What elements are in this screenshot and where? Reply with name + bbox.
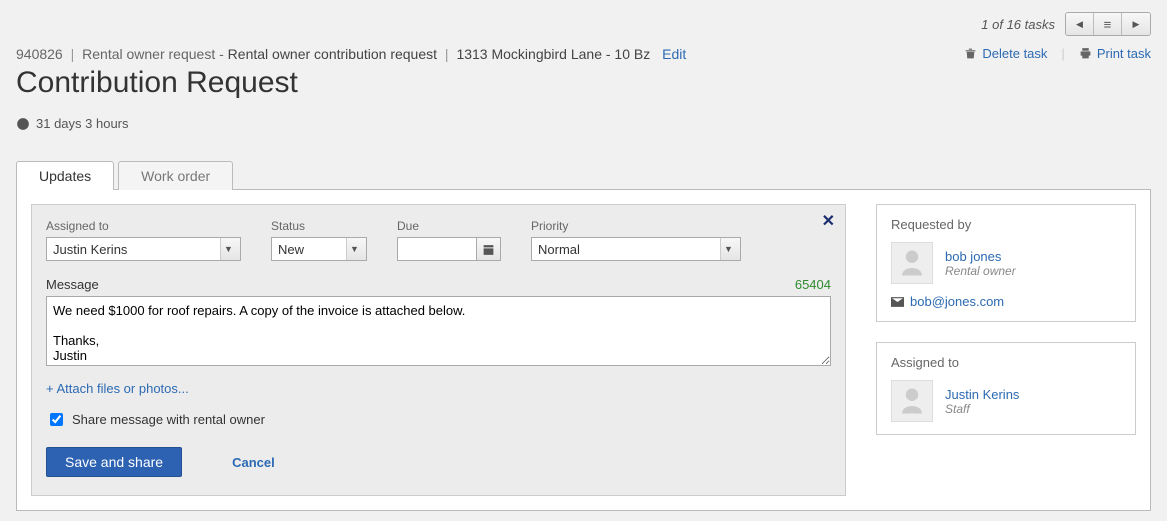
task-property: 1313 Mockingbird Lane - 10 Bz: [456, 46, 650, 62]
page-title: Contribution Request: [16, 66, 686, 100]
delete-task-label: Delete task: [982, 46, 1047, 61]
status-value: New: [278, 242, 304, 257]
print-task-label: Print task: [1097, 46, 1151, 61]
share-checkbox[interactable]: [50, 413, 63, 426]
tab-work-order[interactable]: Work order: [118, 161, 233, 190]
next-task-button[interactable]: ▶: [1122, 13, 1150, 35]
assigned-to-heading: Assigned to: [891, 355, 1121, 370]
chevron-down-icon: ▼: [224, 244, 233, 254]
edit-link[interactable]: Edit: [662, 46, 686, 62]
requested-by-name[interactable]: bob jones: [945, 249, 1016, 264]
requested-by-heading: Requested by: [891, 217, 1121, 232]
attach-files-link[interactable]: + Attach files or photos...: [46, 381, 189, 396]
task-nav-group: ◀ ≡ ▶: [1065, 12, 1151, 36]
task-count: 1 of 16 tasks: [981, 17, 1055, 32]
assigned-to-role: Staff: [945, 402, 1019, 416]
chevron-left-icon: ◀: [1076, 19, 1083, 30]
print-icon: [1079, 47, 1092, 60]
due-input[interactable]: [397, 237, 477, 261]
update-form: ✕ Assigned to Justin Kerins ▼ Status New…: [31, 204, 846, 496]
assigned-to-value: Justin Kerins: [53, 242, 127, 257]
tab-updates[interactable]: Updates: [16, 161, 114, 190]
person-icon: [897, 248, 927, 278]
task-subtype: Rental owner contribution request: [228, 46, 437, 62]
close-icon[interactable]: ✕: [822, 211, 835, 231]
task-list-button[interactable]: ≡: [1094, 13, 1122, 35]
breadcrumb: 940826 | Rental owner request - Rental o…: [16, 46, 686, 62]
calendar-icon: [482, 243, 495, 256]
print-task-link[interactable]: Print task: [1079, 46, 1151, 61]
trash-icon: [964, 47, 977, 60]
requested-by-email-link[interactable]: bob@jones.com: [891, 294, 1121, 309]
task-age: 31 days 3 hours: [36, 116, 129, 131]
task-type: Rental owner request: [82, 46, 215, 62]
person-icon: [897, 386, 927, 416]
clock-icon: [16, 117, 30, 131]
avatar: [891, 380, 933, 422]
chevron-down-icon: ▼: [350, 244, 359, 254]
chevron-down-icon: ▼: [724, 244, 733, 254]
requested-by-role: Rental owner: [945, 264, 1016, 278]
assigned-to-dropdown[interactable]: Justin Kerins ▼: [46, 237, 241, 261]
task-id: 940826: [16, 46, 63, 62]
message-label: Message: [46, 277, 99, 292]
status-label: Status: [271, 219, 367, 233]
status-dropdown[interactable]: New ▼: [271, 237, 367, 261]
list-icon: ≡: [1104, 17, 1112, 32]
priority-label: Priority: [531, 219, 741, 233]
calendar-button[interactable]: [477, 237, 501, 261]
priority-dropdown[interactable]: Normal ▼: [531, 237, 741, 261]
assigned-to-card: Assigned to Justin Kerins Staff: [876, 342, 1136, 435]
share-label: Share message with rental owner: [72, 412, 265, 427]
priority-value: Normal: [538, 242, 580, 257]
message-textarea[interactable]: [46, 296, 831, 366]
delete-task-link[interactable]: Delete task: [964, 46, 1047, 61]
requested-by-card: Requested by bob jones Rental owner bob@…: [876, 204, 1136, 322]
requested-by-email: bob@jones.com: [910, 294, 1004, 309]
cancel-link[interactable]: Cancel: [232, 455, 275, 470]
assigned-to-label: Assigned to: [46, 219, 241, 233]
assigned-to-name[interactable]: Justin Kerins: [945, 387, 1019, 402]
char-count: 65404: [795, 277, 831, 292]
email-icon: [891, 297, 904, 307]
due-label: Due: [397, 219, 501, 233]
avatar: [891, 242, 933, 284]
chevron-right-icon: ▶: [1133, 19, 1140, 30]
action-separator: |: [1061, 46, 1064, 61]
save-button[interactable]: Save and share: [46, 447, 182, 477]
prev-task-button[interactable]: ◀: [1066, 13, 1094, 35]
